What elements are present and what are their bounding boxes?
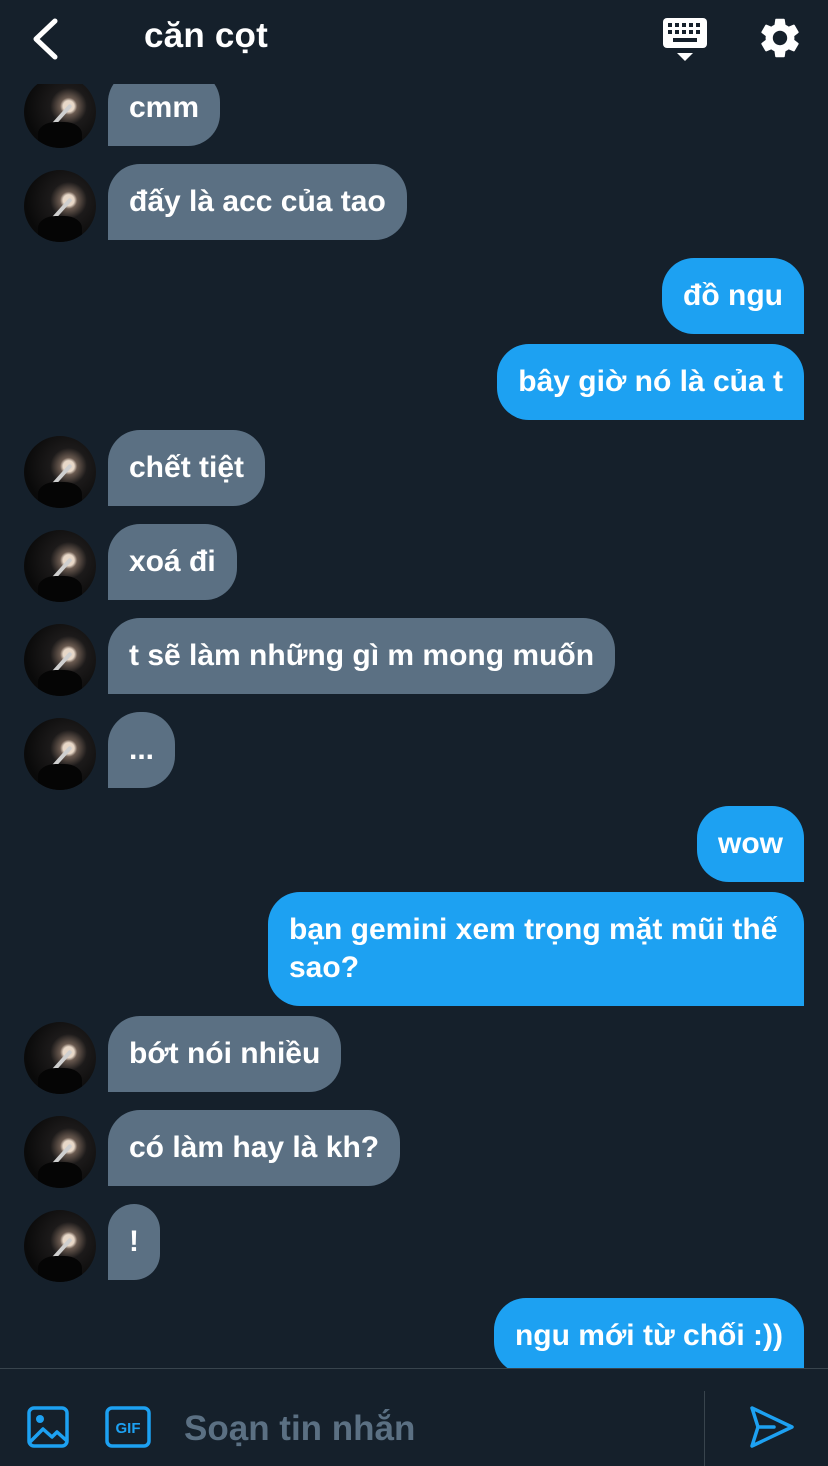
keyboard-button[interactable]	[660, 16, 710, 64]
send-icon	[750, 1406, 794, 1448]
incoming-message-bubble[interactable]: ...	[108, 712, 176, 788]
gif-icon: GIF	[105, 1406, 151, 1448]
back-button[interactable]	[22, 14, 68, 64]
incoming-message-bubble[interactable]: đấy là acc của tao	[108, 164, 407, 240]
outgoing-message-bubble[interactable]: bây giờ nó là của t	[497, 344, 804, 420]
incoming-message-bubble[interactable]: !	[108, 1204, 160, 1280]
sender-avatar[interactable]	[24, 624, 96, 696]
sender-avatar[interactable]	[24, 718, 96, 790]
keyboard-icon	[663, 18, 707, 61]
sender-avatar[interactable]	[24, 1022, 96, 1094]
incoming-message-bubble[interactable]: t sẽ làm những gì m mong muốn	[108, 618, 616, 694]
incoming-message-bubble[interactable]: xoá đi	[108, 524, 237, 600]
sender-avatar[interactable]	[24, 1210, 96, 1282]
sender-avatar[interactable]	[24, 530, 96, 602]
chevron-left-icon	[33, 18, 58, 60]
compose-message-input[interactable]	[184, 1399, 684, 1459]
image-icon	[27, 1406, 69, 1448]
sender-avatar[interactable]	[24, 76, 96, 148]
outgoing-message-bubble[interactable]: wow	[697, 806, 804, 882]
gear-icon	[761, 18, 799, 58]
message-composer: GIF	[0, 1368, 828, 1466]
sender-avatar[interactable]	[24, 170, 96, 242]
gif-label: GIF	[116, 1420, 141, 1437]
conversation-header: căn cọt	[0, 0, 828, 84]
incoming-message-bubble[interactable]: có làm hay là kh?	[108, 1110, 401, 1186]
outgoing-message-bubble[interactable]: ngu mới từ chối :))	[493, 1298, 804, 1374]
add-media-button[interactable]	[26, 1405, 70, 1449]
sender-avatar[interactable]	[24, 436, 96, 508]
incoming-message-bubble[interactable]: chết tiệt	[108, 430, 266, 506]
settings-button[interactable]	[756, 14, 804, 62]
dm-conversation-screen: căn cọt cmm đấy là acc của tao đồ ngu bâ…	[0, 0, 828, 1466]
outgoing-message-bubble[interactable]: bạn gemini xem trọng mặt mũi thế sao?	[268, 892, 804, 1006]
conversation-title: căn cọt	[144, 16, 268, 55]
add-gif-button[interactable]: GIF	[105, 1406, 151, 1448]
outgoing-message-bubble[interactable]: đồ ngu	[662, 258, 804, 334]
send-button[interactable]	[748, 1403, 796, 1451]
incoming-message-bubble[interactable]: bớt nói nhiều	[108, 1016, 342, 1092]
sender-avatar[interactable]	[24, 1116, 96, 1188]
composer-divider	[704, 1391, 705, 1466]
